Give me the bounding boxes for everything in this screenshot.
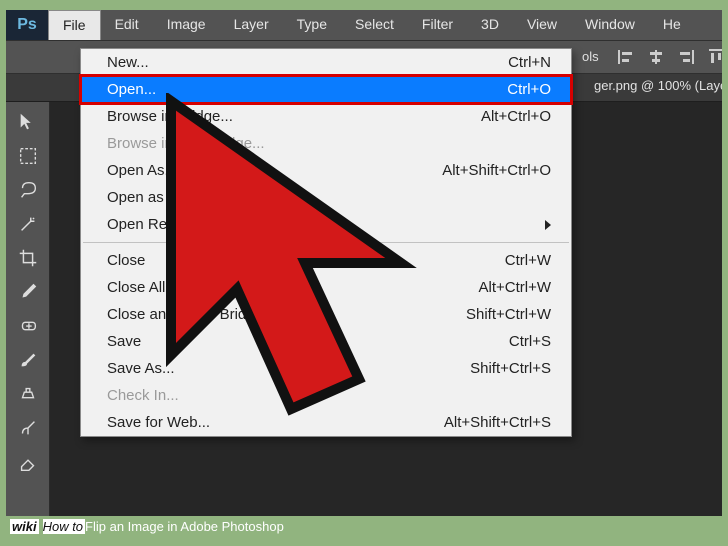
align-center-h-icon[interactable]: [646, 47, 666, 67]
menu-item-label: Save for Web...: [107, 414, 210, 431]
file-menu-dropdown: New... Ctrl+N Open... Ctrl+O Browse in B…: [80, 48, 572, 437]
options-label-fragment: ols: [582, 49, 599, 64]
menu-item-label: Save: [107, 333, 141, 350]
menubar-item-image[interactable]: Image: [153, 10, 220, 40]
move-tool[interactable]: [11, 106, 45, 138]
menubar-item-3d[interactable]: 3D: [467, 10, 513, 40]
brand-text-2: How to: [43, 519, 85, 534]
menu-item-open-recent[interactable]: Open Recent: [81, 211, 571, 238]
menu-item-browse-bridge[interactable]: Browse in Bridge... Alt+Ctrl+O: [81, 103, 571, 130]
menubar-item-edit[interactable]: Edit: [101, 10, 153, 40]
align-top-icon[interactable]: [706, 47, 722, 67]
menubar-item-file[interactable]: File: [48, 10, 101, 40]
menu-item-label: Close: [107, 252, 145, 269]
align-buttons: [616, 47, 722, 67]
menu-item-label: New...: [107, 54, 149, 71]
eraser-tool[interactable]: [11, 446, 45, 478]
menu-item-label: Close and Go to Bridge...: [107, 306, 275, 323]
menu-item-close-all[interactable]: Close All Alt+Ctrl+W: [81, 274, 571, 301]
caption-title: Flip an Image in Adobe Photoshop: [85, 519, 284, 534]
menu-item-close[interactable]: Close Ctrl+W: [81, 247, 571, 274]
lasso-tool[interactable]: [11, 174, 45, 206]
menubar-item-type[interactable]: Type: [283, 10, 341, 40]
brand-text: wiki: [10, 519, 39, 534]
history-brush-tool[interactable]: [11, 412, 45, 444]
menu-item-shortcut: Alt+Ctrl+O: [481, 108, 551, 125]
menu-item-shortcut: Alt+Ctrl+W: [478, 279, 551, 296]
menubar-item-select[interactable]: Select: [341, 10, 408, 40]
marquee-tool[interactable]: [11, 140, 45, 172]
menu-item-label: Save As...: [107, 360, 175, 377]
menu-item-label: Browse in Mini Bridge...: [107, 135, 265, 152]
menu-item-label: Browse in Bridge...: [107, 108, 233, 125]
menu-item-browse-mini-bridge: Browse in Mini Bridge...: [81, 130, 571, 157]
menubar-item-help[interactable]: He: [649, 10, 695, 40]
menu-item-label: Check In...: [107, 387, 179, 404]
menu-item-shortcut: Shift+Ctrl+W: [466, 306, 551, 323]
menu-item-close-go-bridge[interactable]: Close and Go to Bridge... Shift+Ctrl+W: [81, 301, 571, 328]
menubar: Ps File Edit Image Layer Type Select Fil…: [6, 10, 722, 40]
menu-item-shortcut: Shift+Ctrl+S: [470, 360, 551, 377]
document-tab[interactable]: ger.png @ 100% (Laye: [594, 78, 722, 93]
menu-item-label: Open as Smart Object...: [107, 189, 268, 206]
menu-separator: [83, 242, 569, 243]
menu-item-save-for-web[interactable]: Save for Web... Alt+Shift+Ctrl+S: [81, 409, 571, 436]
app-window: Ps File Edit Image Layer Type Select Fil…: [6, 10, 722, 516]
tools-panel: [6, 102, 50, 516]
brush-tool[interactable]: [11, 344, 45, 376]
menu-item-shortcut: Alt+Shift+Ctrl+S: [444, 414, 551, 431]
menu-item-open[interactable]: Open... Ctrl+O: [81, 76, 571, 103]
menubar-item-layer[interactable]: Layer: [220, 10, 283, 40]
align-left-icon[interactable]: [616, 47, 636, 67]
crop-tool[interactable]: [11, 242, 45, 274]
clone-stamp-tool[interactable]: [11, 378, 45, 410]
menu-item-shortcut: Ctrl+S: [509, 333, 551, 350]
menu-item-label: Open As...: [107, 162, 177, 179]
menu-item-shortcut: Ctrl+O: [507, 81, 551, 98]
eyedropper-tool[interactable]: [11, 276, 45, 308]
menu-item-label: Close All: [107, 279, 165, 296]
menu-item-label: Open...: [107, 81, 156, 98]
caption-footer: wiki How to Flip an Image in Adobe Photos…: [6, 514, 722, 538]
menu-item-open-as[interactable]: Open As... Alt+Shift+Ctrl+O: [81, 157, 571, 184]
menubar-item-view[interactable]: View: [513, 10, 571, 40]
magic-wand-tool[interactable]: [11, 208, 45, 240]
menu-item-save-as[interactable]: Save As... Shift+Ctrl+S: [81, 355, 571, 382]
app-logo: Ps: [6, 10, 48, 40]
ps-logo-text: Ps: [17, 16, 37, 34]
menu-item-open-smart-object[interactable]: Open as Smart Object...: [81, 184, 571, 211]
menu-item-shortcut: Ctrl+N: [508, 54, 551, 71]
menu-item-label: Open Recent: [107, 216, 195, 233]
menubar-item-window[interactable]: Window: [571, 10, 649, 40]
menu-item-new[interactable]: New... Ctrl+N: [81, 49, 571, 76]
menu-item-shortcut: Ctrl+W: [505, 252, 551, 269]
submenu-arrow-icon: [545, 220, 551, 230]
menu-item-check-in: Check In...: [81, 382, 571, 409]
menu-item-shortcut: Alt+Shift+Ctrl+O: [442, 162, 551, 179]
menubar-item-filter[interactable]: Filter: [408, 10, 467, 40]
healing-brush-tool[interactable]: [11, 310, 45, 342]
align-right-icon[interactable]: [676, 47, 696, 67]
menu-item-save[interactable]: Save Ctrl+S: [81, 328, 571, 355]
